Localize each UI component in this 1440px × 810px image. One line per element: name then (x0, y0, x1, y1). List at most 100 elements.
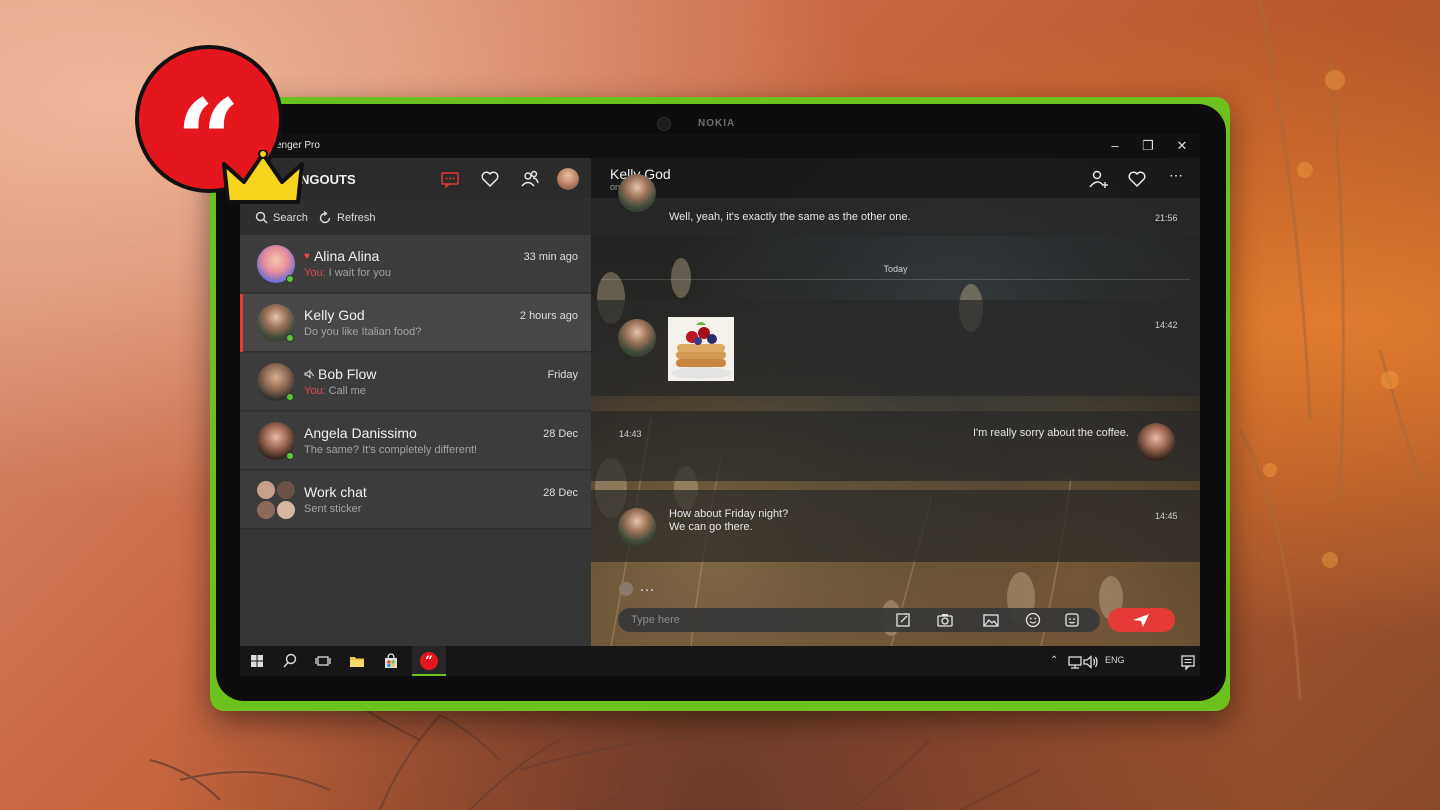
file-explorer-icon[interactable] (348, 652, 366, 670)
conversation-name: ♥ Alina Alina (304, 248, 379, 264)
close-button[interactable]: ✕ (1167, 137, 1197, 155)
message-time: 14:42 (1155, 320, 1178, 330)
conversation-name-text: Bob Flow (318, 366, 377, 382)
refresh-label: Refresh (337, 212, 376, 224)
title-bar: enger Pro – ❐ ✕ (240, 134, 1200, 158)
online-indicator (286, 334, 294, 342)
conversation-panel: NGOUTS Search Refresh ♥ Alina Alina You: I… (240, 158, 591, 646)
language-indicator[interactable]: ENG (1105, 655, 1125, 665)
group-avatar (257, 481, 295, 519)
more-options-icon[interactable]: ⋯ (1169, 167, 1191, 189)
conversation-name: Bob Flow (304, 366, 376, 382)
message-image[interactable] (668, 317, 734, 381)
maximize-button[interactable]: ❐ (1133, 137, 1163, 155)
conversation-preview: You: I wait for you (304, 267, 391, 279)
selection-marker (240, 294, 243, 352)
search-button[interactable]: Search (255, 211, 308, 224)
search-icon (255, 211, 268, 224)
store-icon[interactable] (382, 652, 400, 670)
conversation-preview: The same? It's completely different! (304, 444, 478, 456)
favorite-heart-icon: ♥ (304, 250, 310, 262)
taskbar-search-icon[interactable] (281, 652, 299, 670)
message-time: 14:43 (619, 429, 642, 439)
chat-header: Kelly God online ⋯ (591, 158, 1200, 198)
camera-icon (657, 117, 671, 131)
notification-center-icon[interactable] (1179, 653, 1197, 671)
conversation-name: Work chat (304, 484, 367, 500)
message-input[interactable]: Type here (631, 614, 680, 626)
tray-expand-icon[interactable]: ⌃ (1050, 655, 1058, 666)
typing-indicator: … (639, 578, 655, 595)
own-avatar (1137, 423, 1175, 461)
send-button[interactable] (1108, 608, 1175, 632)
message-text-line2: We can go there. (669, 521, 753, 533)
conversation-item[interactable]: Work chat Sent sticker 28 Dec (240, 471, 591, 529)
conversation-item[interactable]: Bob Flow You: Call me Friday (240, 353, 591, 411)
conversation-name: Kelly God (304, 307, 365, 323)
preview-text: I wait for you (328, 267, 391, 279)
conversation-item[interactable]: Angela Danissimo The same? It's complete… (240, 412, 591, 470)
conversation-preview: You: Call me (304, 385, 366, 397)
conversation-name: Angela Danissimo (304, 425, 417, 441)
minimize-button[interactable]: – (1100, 137, 1130, 155)
add-person-icon[interactable] (1088, 168, 1110, 190)
crown-icon (222, 150, 304, 204)
windows-start-icon[interactable] (248, 652, 266, 670)
conversation-time: Friday (547, 369, 578, 381)
message-bubble: Well, yeah, it's exactly the same as the… (591, 174, 1200, 236)
message-time: 14:45 (1155, 511, 1178, 521)
sender-avatar (618, 319, 656, 357)
device-brand: NOKIA (698, 118, 736, 129)
you-prefix: You: (304, 385, 326, 397)
preview-text: Call me (328, 385, 366, 397)
chats-icon[interactable] (439, 168, 461, 190)
conversation-preview: Sent sticker (304, 503, 362, 515)
online-indicator (286, 452, 294, 460)
sender-avatar (618, 508, 656, 546)
refresh-icon (319, 211, 331, 224)
taskbar: “ ⌃ ENG (240, 646, 1200, 676)
favorite-heart-icon[interactable] (1126, 168, 1148, 190)
messenger-app-icon: “ (420, 652, 438, 670)
send-icon (1133, 614, 1149, 627)
message-bubble: How about Friday night? We can go there.… (591, 490, 1200, 562)
conversation-time: 28 Dec (543, 487, 578, 499)
sticker-icon[interactable] (1063, 611, 1081, 629)
day-separator: Today (883, 264, 908, 274)
profile-avatar[interactable] (557, 168, 579, 190)
message-composer[interactable]: Type here (618, 608, 1100, 632)
contacts-icon[interactable] (519, 168, 541, 190)
image-icon[interactable] (982, 611, 1000, 629)
camera-icon[interactable] (936, 611, 954, 629)
online-indicator (286, 275, 294, 283)
pancake-image (671, 322, 731, 379)
search-label: Search (273, 211, 308, 224)
conversation-name-text: Alina Alina (313, 248, 380, 264)
muted-icon (304, 369, 314, 379)
section-title: NGOUTS (300, 172, 356, 187)
chat-panel: Kelly God online ⋯ Well, yeah, it's exac… (591, 158, 1200, 646)
message-bubble: 14:42 (591, 300, 1200, 396)
conversation-preview: Do you like Italian food? (304, 326, 422, 338)
volume-icon[interactable] (1082, 653, 1100, 671)
task-view-icon[interactable] (314, 652, 332, 670)
messenger-taskbar-button[interactable]: “ (412, 646, 446, 676)
conversation-item[interactable]: ♥ Alina Alina You: I wait for you 33 min a… (240, 235, 591, 293)
typing-avatar (619, 582, 633, 596)
message-text-line1: How about Friday night? (669, 508, 789, 520)
conversation-time: 28 Dec (543, 428, 578, 440)
day-separator-line (601, 279, 1190, 280)
heart-icon[interactable] (479, 168, 501, 190)
message-time: 21:56 (1155, 213, 1178, 223)
edit-icon[interactable] (894, 611, 912, 629)
message-text: I'm really sorry about the coffee. (973, 427, 1129, 439)
you-prefix: You: (304, 267, 326, 279)
sender-avatar (618, 174, 656, 212)
conversation-time: 2 hours ago (519, 310, 578, 322)
refresh-button[interactable]: Refresh (318, 211, 376, 225)
emoji-icon[interactable] (1024, 611, 1042, 629)
conversation-item-active[interactable]: Kelly God Do you like Italian food? 2 ho… (240, 294, 591, 352)
app-window: enger Pro – ❐ ✕ NGOUTS Search Refresh ♥ … (240, 134, 1200, 646)
conversation-time: 33 min ago (523, 251, 578, 263)
online-indicator (286, 393, 294, 401)
